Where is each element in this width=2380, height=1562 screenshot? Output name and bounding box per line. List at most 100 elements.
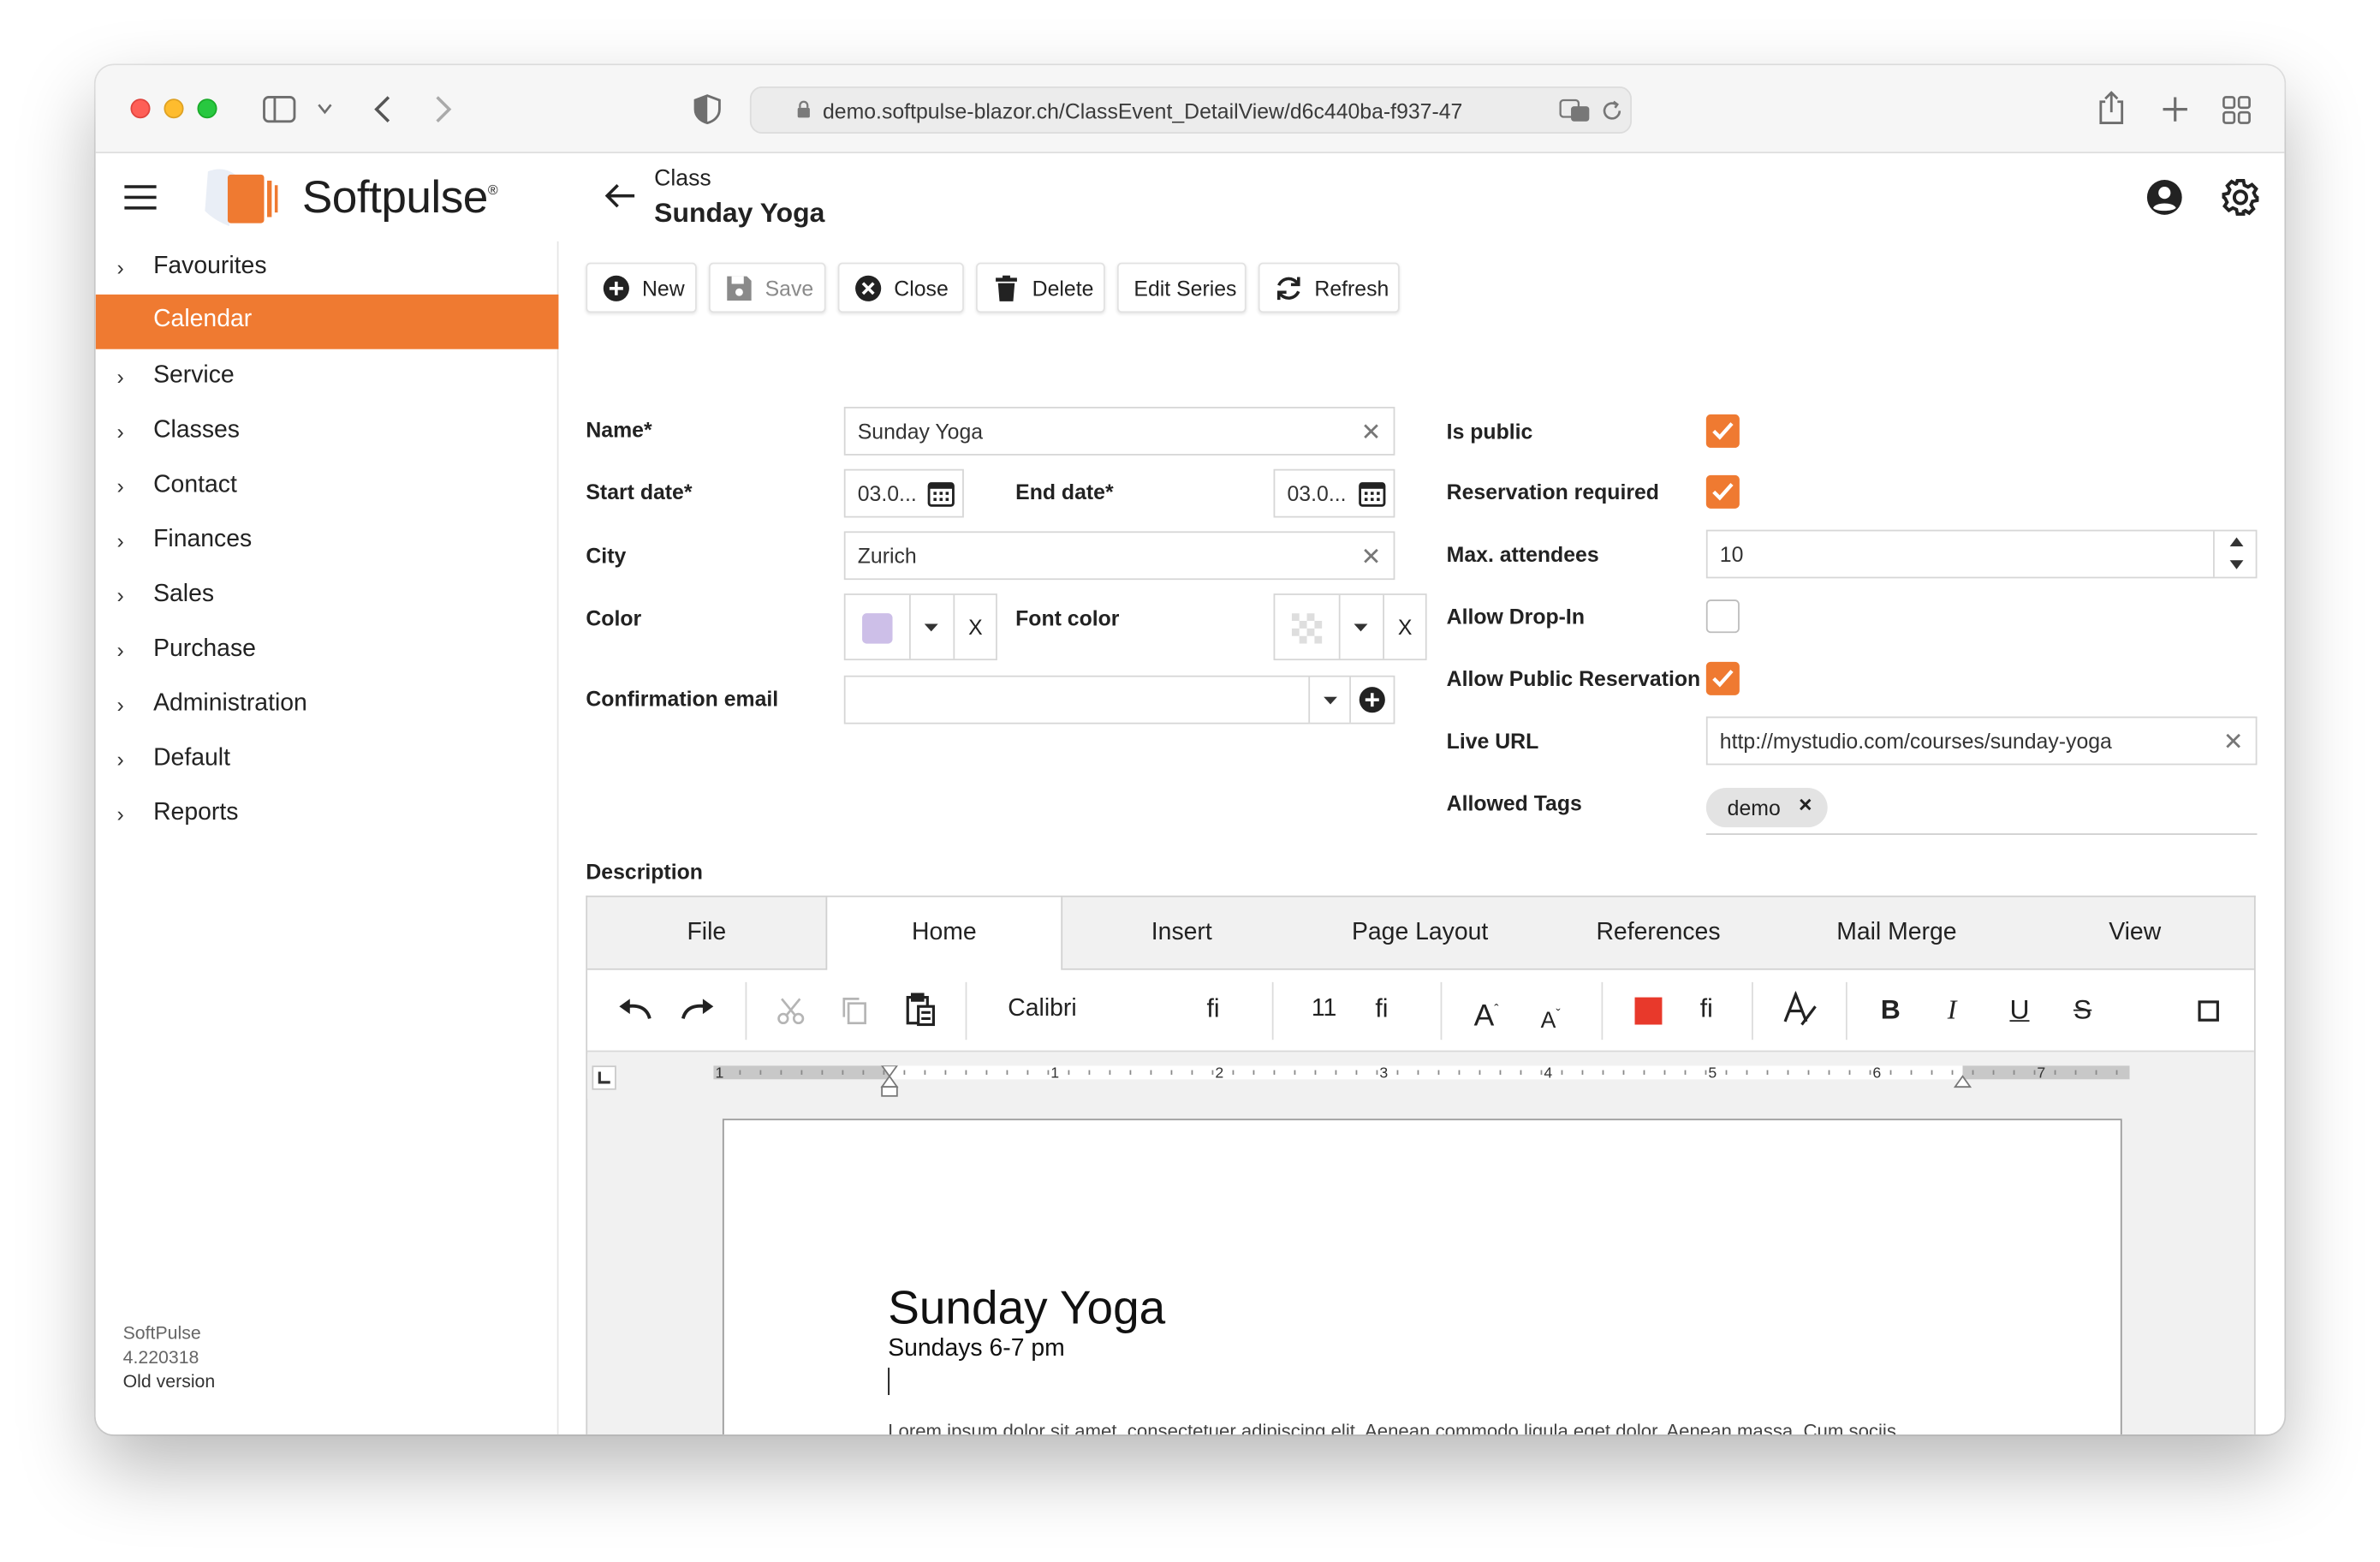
calendar-icon[interactable] — [927, 480, 955, 507]
save-button[interactable]: Save — [708, 262, 826, 313]
tab-home[interactable]: Home — [825, 897, 1063, 972]
sidebar-item-sales[interactable]: › Sales — [96, 569, 559, 624]
allow-drop-in-checkbox[interactable] — [1705, 599, 1740, 634]
logo-registered: ® — [487, 182, 498, 198]
city-input[interactable]: Zurich ✕ — [843, 531, 1395, 581]
add-circle-icon[interactable] — [1359, 686, 1386, 713]
font-size-dropdown-icon[interactable]: ﬁ — [1375, 992, 1388, 1028]
close-button[interactable]: Close — [837, 262, 964, 313]
sidebar-item-favourites[interactable]: › Favourites — [96, 241, 559, 296]
sidebar-item-administration[interactable]: › Administration — [96, 678, 559, 733]
tab-view[interactable]: View — [2016, 897, 2254, 970]
tab-overview-icon[interactable] — [2222, 96, 2252, 125]
font-name-dropdown-icon[interactable]: ﬁ — [1207, 992, 1220, 1028]
edit-series-button[interactable]: Edit Series — [1116, 262, 1247, 313]
max-attendees-input[interactable]: 10 — [1705, 529, 2258, 579]
more-options-icon[interactable] — [2198, 1000, 2219, 1022]
close-window-button[interactable] — [130, 98, 151, 119]
clear-formatting-icon[interactable] — [1782, 991, 1819, 1028]
is-public-checkbox[interactable] — [1705, 414, 1740, 448]
forward-nav-icon[interactable] — [434, 94, 452, 124]
sidebar-toggle-icon[interactable] — [263, 96, 296, 123]
clear-city-icon[interactable]: ✕ — [1361, 542, 1382, 572]
zoom-window-button[interactable] — [197, 98, 217, 119]
menu-icon[interactable] — [124, 185, 157, 210]
allow-public-reservation-checkbox[interactable] — [1705, 661, 1740, 695]
dropdown-caret-icon[interactable] — [1324, 696, 1338, 706]
font-color-picker[interactable]: X — [1273, 593, 1427, 661]
bold-icon[interactable]: B — [1881, 992, 1901, 1028]
shrink-font-icon[interactable]: Aˇ — [1541, 996, 1561, 1040]
privacy-shield-icon[interactable] — [693, 94, 721, 125]
strikethrough-icon[interactable]: S — [2074, 992, 2091, 1028]
font-name-select[interactable]: Calibri — [1008, 992, 1076, 1028]
new-label: New — [641, 276, 685, 301]
back-nav-icon[interactable] — [373, 94, 391, 124]
color-label: Color — [586, 605, 642, 630]
sidebar-item-service[interactable]: › Service — [96, 350, 559, 405]
underline-icon[interactable]: U — [2009, 992, 2029, 1028]
font-size-select[interactable]: 11 — [1312, 992, 1336, 1028]
clear-name-icon[interactable]: ✕ — [1361, 417, 1382, 447]
tab-insert[interactable]: Insert — [1062, 897, 1300, 970]
sidebar-item-reports[interactable]: › Reports — [96, 788, 559, 843]
spin-up-icon[interactable] — [2229, 537, 2244, 547]
copy-icon[interactable] — [841, 996, 868, 1026]
grow-font-icon[interactable]: Aˆ — [1474, 992, 1499, 1035]
reload-icon[interactable] — [1602, 100, 1623, 122]
text-color-dropdown-icon[interactable]: ﬁ — [1700, 992, 1713, 1028]
dropdown-caret-icon[interactable] — [924, 623, 938, 634]
version-info: SoftPulse 4.220318 Old version — [123, 1321, 216, 1393]
settings-gear-icon[interactable] — [2221, 177, 2260, 217]
sidebar-item-purchase[interactable]: › Purchase — [96, 624, 559, 679]
sidebar-item-contact[interactable]: › Contact — [96, 460, 559, 515]
live-url-input[interactable]: http://mystudio.com/courses/sunday-yoga … — [1705, 716, 2258, 766]
minimize-window-button[interactable] — [164, 98, 184, 119]
new-tab-icon[interactable] — [2162, 96, 2189, 123]
back-arrow-icon[interactable] — [603, 179, 636, 222]
redo-icon[interactable] — [681, 998, 715, 1022]
spin-down-icon[interactable] — [2229, 560, 2244, 569]
old-version-link[interactable]: Old version — [123, 1369, 216, 1393]
sidebar-item-default[interactable]: › Default — [96, 733, 559, 788]
color-picker[interactable]: X — [843, 593, 997, 661]
clear-color-button[interactable]: X — [968, 615, 983, 639]
sidebar-item-classes[interactable]: › Classes — [96, 405, 559, 460]
chevron-down-icon[interactable] — [318, 104, 333, 116]
sidebar-item-calendar[interactable]: Calendar — [95, 294, 559, 349]
tag-label: demo — [1727, 795, 1781, 820]
translate-icon[interactable] — [1559, 98, 1592, 122]
italic-icon[interactable]: I — [1948, 992, 1957, 1028]
tab-references[interactable]: References — [1539, 897, 1777, 970]
undo-icon[interactable] — [618, 998, 652, 1022]
tab-page-layout[interactable]: Page Layout — [1300, 897, 1538, 970]
clear-font-color-button[interactable]: X — [1398, 615, 1413, 639]
tab-mail-merge[interactable]: Mail Merge — [1777, 897, 2015, 970]
clear-live-url-icon[interactable]: ✕ — [2223, 727, 2244, 757]
delete-button[interactable]: Delete — [976, 262, 1105, 313]
sidebar-item-label: Service — [153, 362, 235, 389]
reservation-required-label: Reservation required — [1446, 480, 1659, 504]
end-date-input[interactable]: 03.0... — [1273, 468, 1395, 518]
text-color-icon[interactable] — [1634, 997, 1663, 1025]
calendar-icon[interactable] — [1359, 480, 1386, 507]
share-icon[interactable] — [2097, 90, 2125, 127]
address-bar[interactable]: demo.softpulse-blazor.ch/ClassEvent_Deta… — [749, 86, 1632, 134]
remove-tag-icon[interactable]: × — [1799, 792, 1812, 818]
start-date-input[interactable]: 03.0... — [843, 468, 964, 518]
reservation-required-checkbox[interactable] — [1705, 474, 1740, 509]
text-cursor — [888, 1368, 890, 1396]
tab-stop-selector[interactable] — [592, 1065, 616, 1090]
new-button[interactable]: New — [586, 262, 697, 313]
tab-file[interactable]: File — [587, 897, 825, 970]
live-url-label: Live URL — [1446, 728, 1539, 754]
sidebar-item-finances[interactable]: › Finances — [96, 515, 559, 569]
name-input[interactable]: Sunday Yoga ✕ — [843, 407, 1395, 456]
account-icon[interactable] — [2146, 179, 2183, 216]
document-page[interactable]: Sunday Yoga Sundays 6-7 pm Lorem ipsum d… — [722, 1118, 2122, 1435]
dropdown-caret-icon[interactable] — [1354, 623, 1368, 634]
refresh-button[interactable]: Refresh — [1258, 262, 1400, 313]
cut-icon[interactable] — [776, 996, 806, 1026]
confirmation-email-select[interactable] — [843, 675, 1395, 724]
paste-icon[interactable] — [906, 993, 936, 1027]
